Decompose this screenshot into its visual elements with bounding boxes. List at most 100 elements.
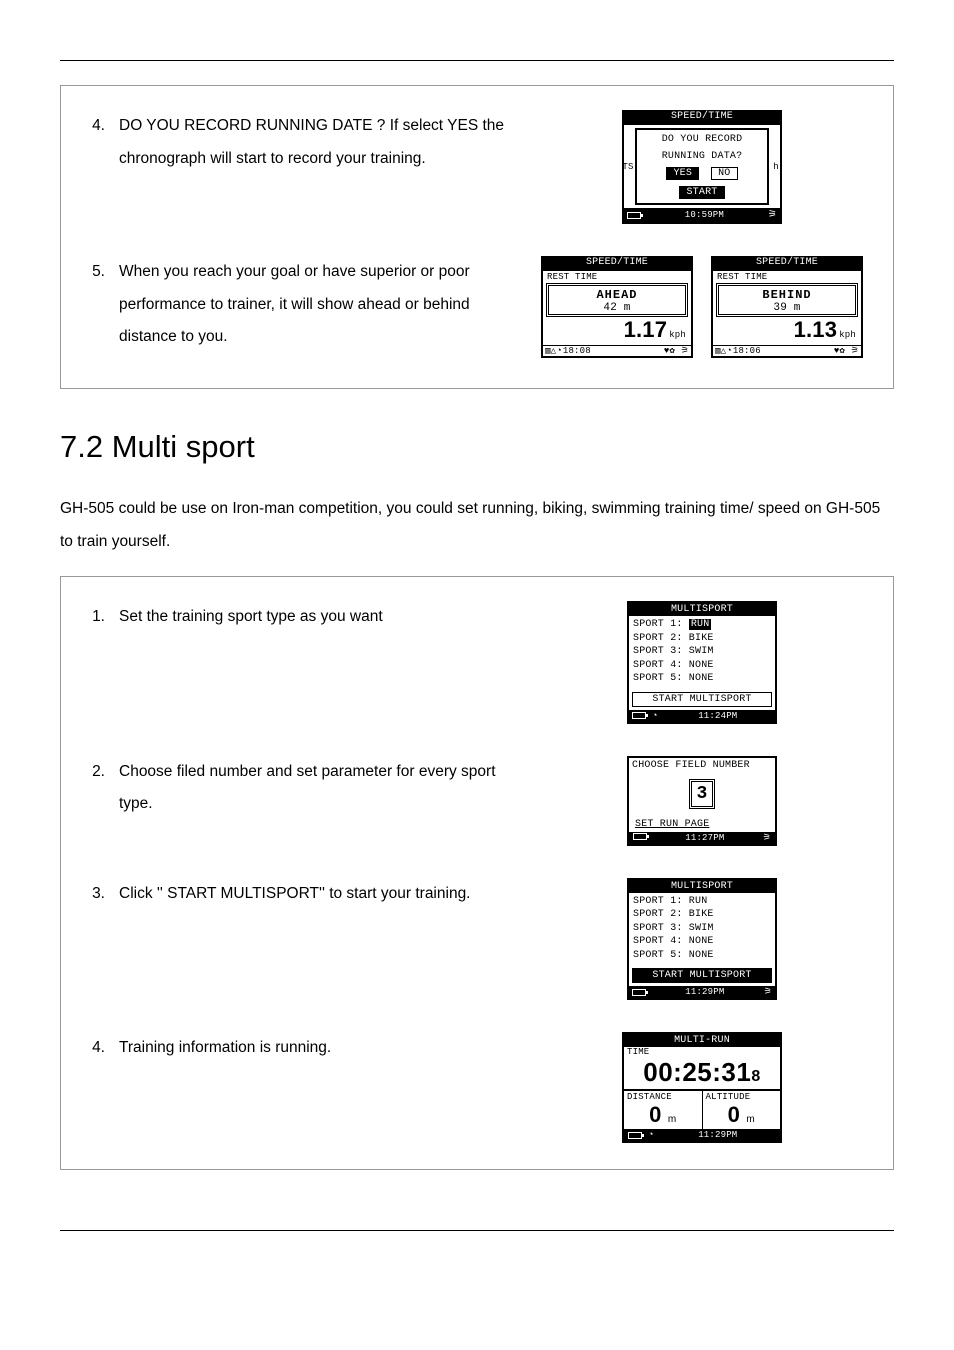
section-title: 7.2 Multi sport	[60, 429, 894, 465]
device-screen-multisport-setup: MULTISPORT SPORT 1: RUN SPORT 2: BIKE SP…	[627, 601, 777, 724]
clock: 11:29PM	[660, 1130, 776, 1140]
ms-step-3-text: Click '' START MULTISPORT'' to start you…	[119, 878, 513, 911]
status-icons-left: ▥△◔18:08	[545, 346, 591, 356]
screen-title: MULTISPORT	[629, 880, 775, 893]
screen-title: SPEED/TIME	[541, 256, 693, 269]
ms-step-4: 4. Training information is running.	[87, 1032, 513, 1065]
elapsed-time: 00:25:318	[624, 1057, 780, 1091]
field-number-value[interactable]: 3	[689, 779, 715, 809]
side-label-h: h	[772, 125, 780, 208]
status-icons-right: ♥✿ ⚞	[664, 346, 689, 356]
ms-step-1: 1. Set the training sport type as you wa…	[87, 601, 513, 634]
page-bottom-rule	[60, 1230, 894, 1231]
distance-value: 0 m	[627, 1102, 699, 1128]
signal-icon: ⚞	[764, 987, 772, 997]
section-intro: GH-505 could be use on Iron-man competit…	[60, 493, 894, 558]
list-item[interactable]: SPORT 3: SWIM	[633, 922, 771, 936]
ms-step-1-number: 1.	[87, 601, 105, 634]
ms-step-4-text: Training information is running.	[119, 1032, 513, 1065]
device-screen-choose-field: CHOOSE FIELD NUMBER 3 SET RUN PAGE 11:27…	[627, 756, 777, 846]
battery-icon	[632, 989, 646, 996]
battery-icon	[628, 1132, 642, 1139]
alarm-icon: ◔	[652, 711, 658, 721]
ms-step-4-row: 4. Training information is running. MULT…	[87, 1032, 867, 1143]
behind-distance: 39 m	[719, 302, 855, 314]
screen-title: SPEED/TIME	[622, 110, 782, 123]
step-4: 4. DO YOU RECORD RUNNING DATE ? If selec…	[87, 110, 513, 175]
step-4-text: DO YOU RECORD RUNNING DATE ? If select Y…	[119, 110, 513, 175]
list-item[interactable]: SPORT 2: BIKE	[633, 632, 771, 646]
device-screen-multisport-start: MULTISPORT SPORT 1: RUN SPORT 2: BIKE SP…	[627, 878, 777, 1001]
signal-icon: ⚞	[768, 209, 777, 221]
clock: 10:59PM	[685, 210, 724, 220]
alarm-icon: ◔	[648, 1130, 654, 1140]
altitude-value: 0 m	[706, 1102, 778, 1128]
set-run-page-link[interactable]: SET RUN PAGE	[629, 819, 775, 832]
device-screen-ahead: SPEED/TIME REST TIME AHEAD 42 m 1.17kph …	[541, 256, 693, 358]
step-4-row: 4. DO YOU RECORD RUNNING DATE ? If selec…	[87, 110, 867, 224]
ms-step-4-number: 4.	[87, 1032, 105, 1065]
ms-step-2-row: 2. Choose filed number and set parameter…	[87, 756, 867, 846]
signal-icon: ⚞	[763, 833, 771, 843]
ahead-speed-value: 1.17	[624, 317, 668, 343]
ahead-speed-unit: kph	[669, 330, 686, 340]
rest-time-label: REST TIME	[713, 271, 861, 283]
list-item[interactable]: SPORT 5: NONE	[633, 949, 771, 963]
prompt-line1: DO YOU RECORD	[641, 134, 763, 147]
elapsed: 18:06	[733, 346, 761, 356]
altitude-label: ALTITUDE	[706, 1092, 778, 1102]
list-item[interactable]: SPORT 1: RUN	[633, 618, 771, 632]
box-multisport-steps: 1. Set the training sport type as you wa…	[60, 576, 894, 1170]
elapsed: 18:08	[563, 346, 591, 356]
clock: 11:24PM	[664, 711, 772, 721]
device-screen-multi-run: MULTI-RUN TIME 00:25:318 DISTANCE 0 m AL…	[622, 1032, 782, 1143]
rest-time-label: REST TIME	[543, 271, 691, 283]
clock: 11:27PM	[685, 833, 724, 843]
start-multisport-button[interactable]: START MULTISPORT	[632, 692, 772, 707]
step-5-text: When you reach your goal or have superio…	[119, 256, 513, 354]
screen-title: SPEED/TIME	[711, 256, 863, 269]
ms-step-2-text: Choose filed number and set parameter fo…	[119, 756, 513, 821]
selected-sport: RUN	[689, 619, 712, 630]
status-icons-left: ▥△◔18:06	[715, 346, 761, 356]
ahead-distance: 42 m	[549, 302, 685, 314]
step-5-number: 5.	[87, 256, 105, 354]
yes-button[interactable]: YES	[666, 167, 699, 180]
no-button[interactable]: NO	[711, 167, 737, 180]
screen-title: MULTI-RUN	[624, 1034, 780, 1047]
ahead-label: AHEAD	[549, 288, 685, 302]
prompt-line2: RUNNING DATA?	[641, 151, 763, 164]
ms-step-3-row: 3. Click '' START MULTISPORT'' to start …	[87, 878, 867, 1001]
time-label: TIME	[624, 1047, 780, 1057]
behind-speed-value: 1.13	[794, 317, 838, 343]
list-item[interactable]: SPORT 4: NONE	[633, 935, 771, 949]
step-5: 5. When you reach your goal or have supe…	[87, 256, 513, 354]
clock: 11:29PM	[652, 987, 758, 997]
step-4-number: 4.	[87, 110, 105, 175]
distance-label: DISTANCE	[627, 1092, 699, 1102]
battery-icon	[633, 833, 647, 840]
list-item[interactable]: SPORT 1: RUN	[633, 895, 771, 909]
list-item[interactable]: SPORT 2: BIKE	[633, 908, 771, 922]
behind-label: BEHIND	[719, 288, 855, 302]
ms-step-3: 3. Click '' START MULTISPORT'' to start …	[87, 878, 513, 911]
list-item[interactable]: SPORT 3: SWIM	[633, 645, 771, 659]
status-icons-right: ♥✿ ⚞	[834, 346, 859, 356]
ms-step-2-number: 2.	[87, 756, 105, 821]
ms-step-2: 2. Choose filed number and set parameter…	[87, 756, 513, 821]
list-item[interactable]: SPORT 5: NONE	[633, 672, 771, 686]
start-button[interactable]: START	[679, 186, 724, 199]
behind-speed-unit: kph	[839, 330, 856, 340]
ms-step-1-text: Set the training sport type as you want	[119, 601, 513, 634]
start-multisport-button[interactable]: START MULTISPORT	[632, 968, 772, 983]
list-item[interactable]: SPORT 4: NONE	[633, 659, 771, 673]
device-screen-record-prompt: SPEED/TIME TS DO YOU RECORD RUNNING DATA…	[622, 110, 782, 224]
battery-icon	[632, 712, 646, 719]
step-5-row: 5. When you reach your goal or have supe…	[87, 256, 867, 358]
box-speedtime-steps: 4. DO YOU RECORD RUNNING DATE ? If selec…	[60, 85, 894, 389]
battery-icon	[627, 212, 641, 219]
ms-step-3-number: 3.	[87, 878, 105, 911]
screen-title: MULTISPORT	[629, 603, 775, 616]
choose-field-header: CHOOSE FIELD NUMBER	[629, 758, 775, 773]
ms-step-1-row: 1. Set the training sport type as you wa…	[87, 601, 867, 724]
